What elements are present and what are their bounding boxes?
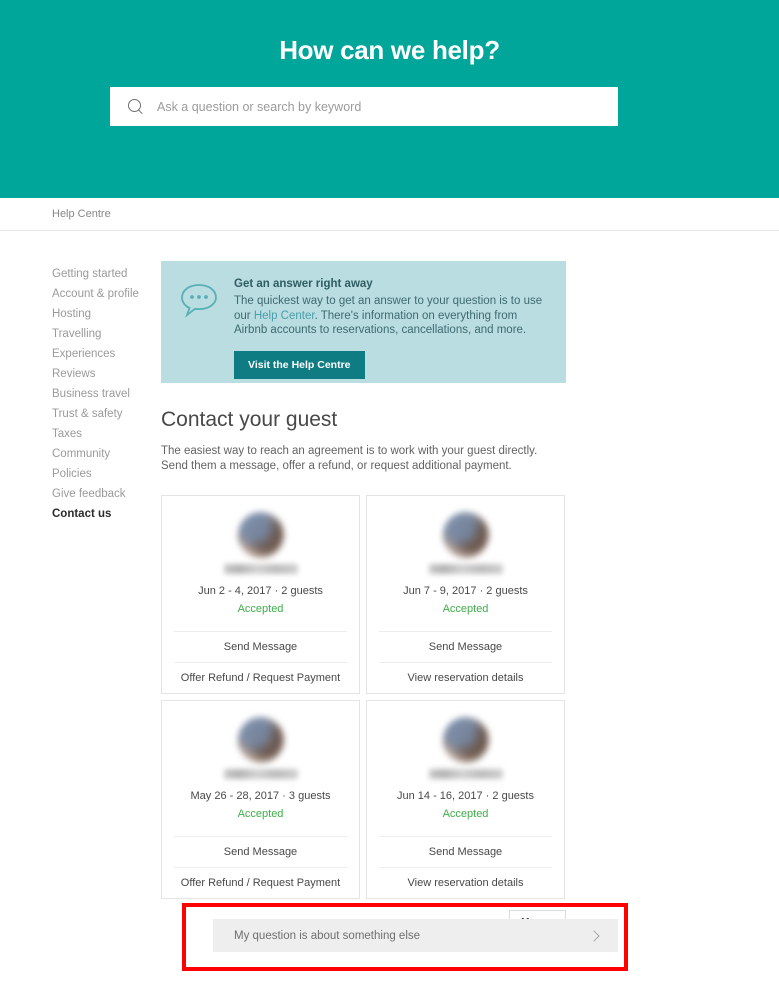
send-message-button[interactable]: Send Message [174, 836, 347, 867]
sidebar-item-account-profile[interactable]: Account & profile [52, 284, 161, 304]
sidebar-item-getting-started[interactable]: Getting started [52, 264, 161, 284]
avatar [237, 717, 284, 763]
search-bar[interactable] [110, 87, 618, 126]
status-badge: Accepted [442, 808, 489, 820]
sidebar-item-travelling[interactable]: Travelling [52, 324, 161, 344]
help-center-link[interactable]: Help Center [254, 310, 315, 322]
guest-card-grid: Jun 2 - 4, 2017 · 2 guests Accepted Send… [161, 495, 566, 899]
info-banner-text: Get an answer right away The quickest wa… [234, 277, 548, 379]
breadcrumb-item-help-centre[interactable]: Help Centre [52, 208, 111, 220]
sidebar-item-policies[interactable]: Policies [52, 464, 161, 484]
send-message-button[interactable]: Send Message [379, 631, 552, 662]
something-else-label: My question is about something else [234, 929, 421, 942]
guest-name-redacted [428, 564, 503, 574]
reservation-dates: Jun 7 - 9, 2017 · 2 guests [403, 585, 528, 597]
info-banner: Get an answer right away The quickest wa… [161, 261, 566, 383]
guest-card[interactable]: Jun 2 - 4, 2017 · 2 guests Accepted Send… [161, 495, 360, 694]
status-badge: Accepted [237, 808, 284, 820]
info-banner-body: The quickest way to get an answer to you… [234, 294, 548, 338]
sidebar-item-reviews[interactable]: Reviews [52, 364, 161, 384]
card-actions: Send Message Offer Refund / Request Paym… [162, 631, 359, 693]
chevron-right-icon [588, 929, 600, 942]
sidebar-item-contact-us[interactable]: Contact us [52, 504, 161, 524]
search-icon [128, 99, 143, 114]
guest-card[interactable]: May 26 - 28, 2017 · 3 guests Accepted Se… [161, 700, 360, 899]
card-actions: Send Message View reservation details [367, 836, 564, 898]
guest-name-redacted [223, 769, 298, 779]
view-reservation-details-button[interactable]: View reservation details [379, 662, 552, 693]
sidebar-item-community[interactable]: Community [52, 444, 161, 464]
guest-name-redacted [428, 769, 503, 779]
search-input[interactable] [157, 99, 587, 114]
main-content: Get an answer right away The quickest wa… [161, 261, 566, 935]
breadcrumb: Help Centre [0, 198, 779, 231]
page-body: Getting started Account & profile Hostin… [0, 231, 779, 935]
guest-card[interactable]: Jun 14 - 16, 2017 · 2 guests Accepted Se… [366, 700, 565, 899]
guest-name-redacted [223, 564, 298, 574]
visit-help-centre-button[interactable]: Visit the Help Centre [234, 350, 365, 379]
sidebar-item-give-feedback[interactable]: Give feedback [52, 484, 161, 504]
section-title: Contact your guest [161, 408, 338, 431]
avatar [442, 717, 489, 763]
status-badge: Accepted [442, 603, 489, 615]
sidebar-item-trust-safety[interactable]: Trust & safety [52, 404, 161, 424]
sidebar-item-experiences[interactable]: Experiences [52, 344, 161, 364]
reservation-dates: May 26 - 28, 2017 · 3 guests [190, 790, 331, 802]
offer-refund-request-payment-button[interactable]: Offer Refund / Request Payment [174, 867, 347, 898]
reservation-dates: Jun 14 - 16, 2017 · 2 guests [397, 790, 534, 802]
send-message-button[interactable]: Send Message [174, 631, 347, 662]
section-description: The easiest way to reach an agreement is… [161, 445, 538, 472]
offer-refund-request-payment-button[interactable]: Offer Refund / Request Payment [174, 662, 347, 693]
avatar [442, 512, 489, 558]
speech-bubble-icon [179, 282, 219, 318]
info-banner-title: Get an answer right away [234, 278, 373, 290]
sidebar: Getting started Account & profile Hostin… [0, 261, 161, 935]
something-else-button[interactable]: My question is about something else [213, 919, 618, 952]
page-title: How can we help? [279, 35, 500, 65]
card-actions: Send Message Offer Refund / Request Paym… [162, 836, 359, 898]
status-badge: Accepted [237, 603, 284, 615]
sidebar-item-taxes[interactable]: Taxes [52, 424, 161, 444]
hero-banner: How can we help? [0, 0, 779, 198]
send-message-button[interactable]: Send Message [379, 836, 552, 867]
sidebar-item-hosting[interactable]: Hosting [52, 304, 161, 324]
view-reservation-details-button[interactable]: View reservation details [379, 867, 552, 898]
guest-card[interactable]: Jun 7 - 9, 2017 · 2 guests Accepted Send… [366, 495, 565, 694]
card-actions: Send Message View reservation details [367, 631, 564, 693]
avatar [237, 512, 284, 558]
sidebar-item-business-travel[interactable]: Business travel [52, 384, 161, 404]
reservation-dates: Jun 2 - 4, 2017 · 2 guests [198, 585, 323, 597]
